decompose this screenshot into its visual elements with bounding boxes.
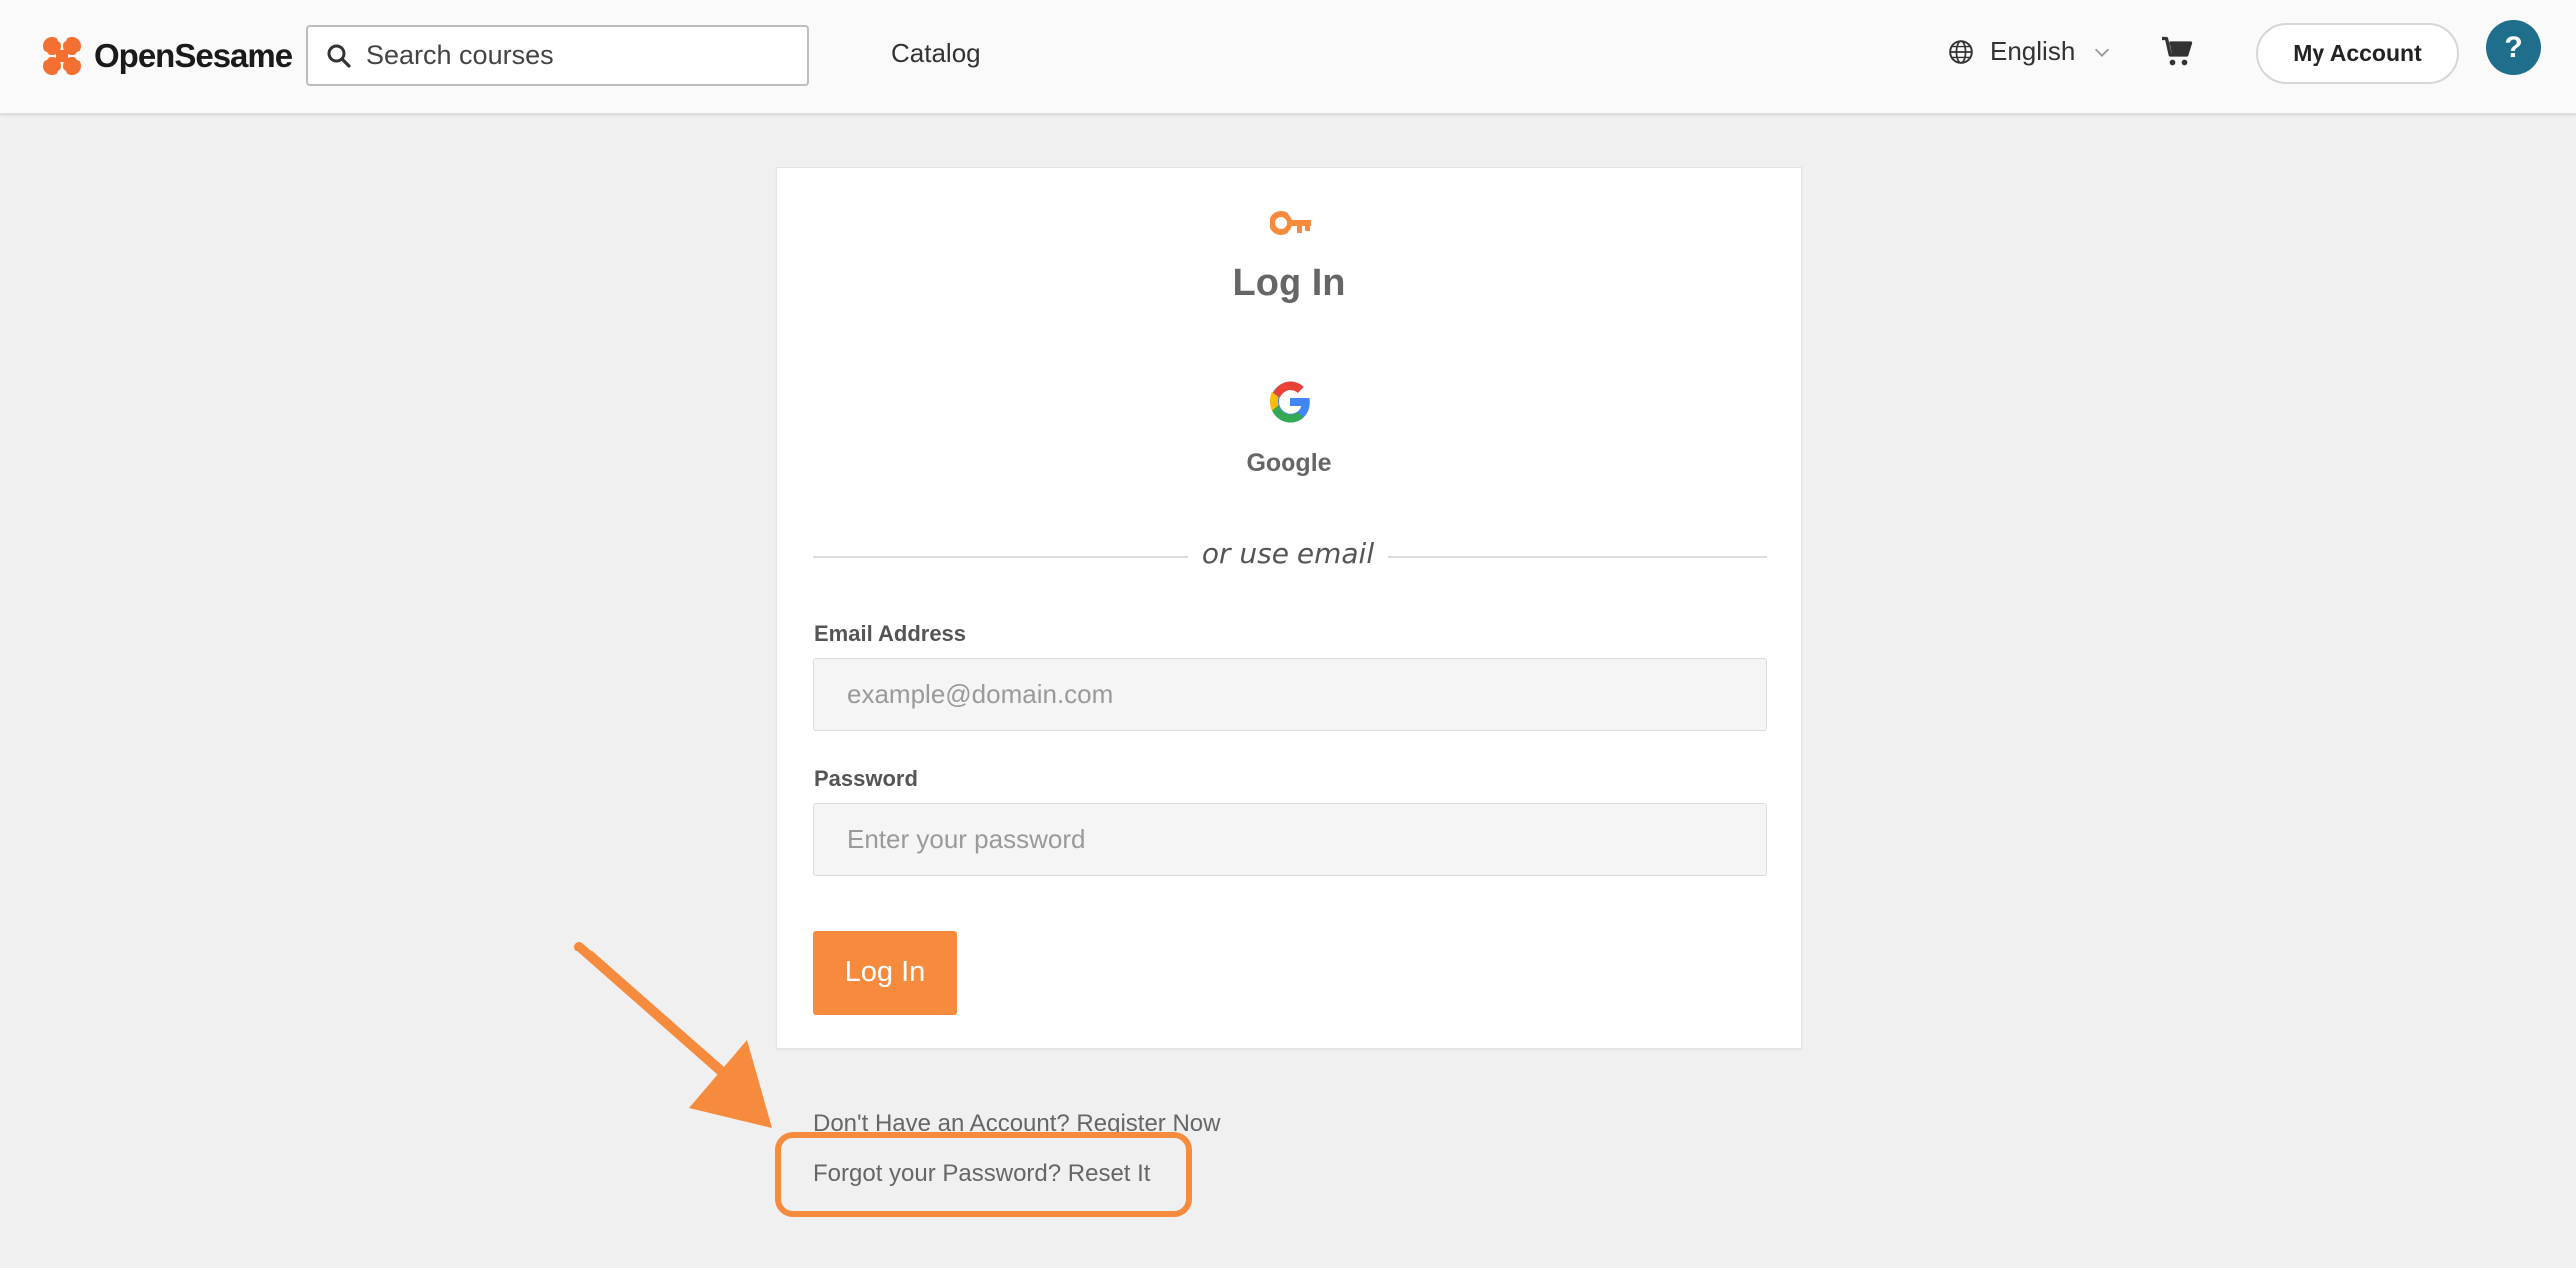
top-header: OpenSesame Catalog English My Account ? (0, 0, 2576, 114)
search-bar[interactable] (306, 25, 809, 86)
search-input[interactable] (366, 40, 785, 71)
divider-line-left (813, 556, 1188, 558)
key-icon (1270, 211, 1311, 235)
login-button[interactable]: Log In (813, 931, 957, 1015)
divider-text: or use email (1201, 537, 1375, 570)
nav-catalog-link[interactable]: Catalog (891, 38, 981, 69)
help-button[interactable]: ? (2486, 20, 2541, 75)
google-icon (1270, 381, 1310, 423)
google-label: Google (1246, 449, 1332, 477)
password-label: Password (814, 766, 918, 791)
divider-line-right (1388, 556, 1767, 558)
opensesame-logo-icon (40, 34, 84, 78)
annotation-highlight-box (775, 1132, 1192, 1217)
search-icon (327, 44, 351, 68)
cart-icon[interactable] (2159, 34, 2195, 70)
login-title: Log In (1232, 262, 1346, 304)
email-field[interactable] (813, 658, 1767, 731)
annotation-arrow-icon (574, 942, 772, 1128)
chevron-down-icon (2095, 48, 2110, 57)
my-account-button[interactable]: My Account (2256, 23, 2459, 84)
language-selector[interactable]: English (1948, 36, 2113, 67)
globe-icon (1949, 39, 1973, 64)
login-card: Log In Google or use email Email Address… (776, 167, 1802, 1049)
brand-logo[interactable]: OpenSesame (40, 32, 293, 80)
brand-name: OpenSesame (94, 37, 293, 74)
language-label: English (1990, 36, 2076, 66)
password-field[interactable] (813, 803, 1767, 876)
email-label: Email Address (814, 621, 967, 646)
